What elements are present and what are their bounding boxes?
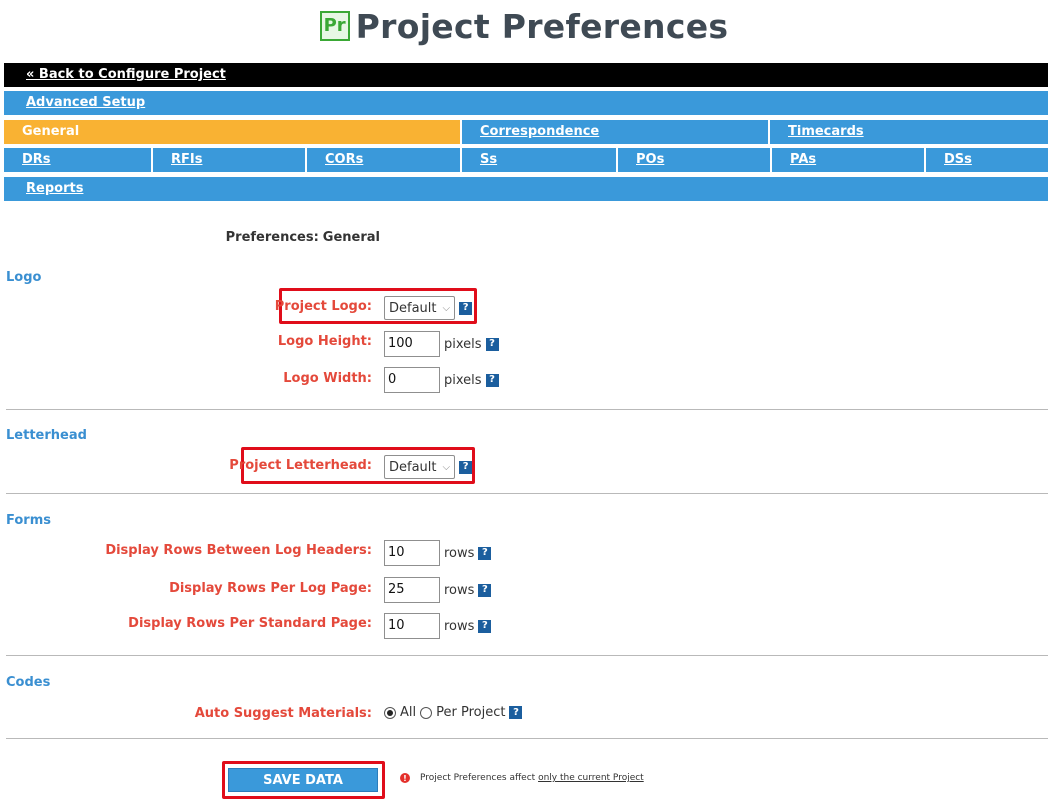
auto-suggest-per-project-radio[interactable]	[420, 706, 433, 719]
save-data-button[interactable]: SAVE DATA	[228, 768, 378, 792]
project-logo-control: Default ⌵ ?	[384, 296, 473, 320]
page-header: Pr Project Preferences	[0, 4, 1048, 48]
tab-cors[interactable]: CORs	[307, 148, 460, 172]
back-to-configure-link[interactable]: « Back to Configure Project	[26, 67, 226, 82]
auto-suggest-per-project-label: Per Project	[436, 705, 506, 720]
help-icon[interactable]: ?	[485, 337, 499, 351]
logo-height-label: Logo Height:	[277, 334, 372, 349]
logo-height-control: 100 pixels ?	[384, 331, 499, 357]
help-icon[interactable]: ?	[478, 546, 492, 560]
help-icon[interactable]: ?	[485, 373, 499, 387]
back-bar: « Back to Configure Project	[4, 63, 1048, 87]
logo-height-input[interactable]: 100	[384, 331, 440, 357]
help-icon[interactable]: ?	[478, 619, 492, 633]
tab-timecards[interactable]: Timecards	[770, 120, 1048, 144]
tab-ss[interactable]: Ss	[462, 148, 616, 172]
save-notice: ! Project Preferences affect only the cu…	[400, 773, 644, 783]
page-title: Project Preferences	[355, 6, 729, 46]
rows-per-log-page-control: 25 rows ?	[384, 577, 492, 603]
rows-between-headers-unit: rows	[444, 545, 475, 561]
rows-per-standard-page-control: 10 rows ?	[384, 613, 492, 639]
divider	[6, 655, 1048, 656]
nav-row-modules: DRs RFIs CORs Ss POs PAs DSs	[4, 148, 1048, 172]
section-codes: Codes	[6, 675, 51, 690]
help-icon[interactable]: ?	[459, 301, 473, 315]
rows-per-log-page-unit: rows	[444, 582, 475, 598]
section-forms: Forms	[6, 513, 51, 528]
preferences-heading: Preferences: General	[0, 230, 380, 245]
tab-reports[interactable]: Reports	[26, 181, 83, 196]
chevron-down-icon: ⌵	[442, 302, 451, 314]
logo-height-unit: pixels	[444, 336, 482, 352]
notice-link[interactable]: only the current Project	[538, 773, 644, 783]
auto-suggest-all-radio[interactable]	[384, 706, 396, 719]
auto-suggest-control: All Per Project ?	[384, 705, 523, 720]
logo-width-input[interactable]: 0	[384, 367, 440, 393]
preferences-label: Preferences:	[225, 230, 319, 245]
help-icon[interactable]: ?	[478, 583, 492, 597]
preferences-value: General	[322, 230, 380, 245]
divider	[6, 409, 1048, 410]
help-icon[interactable]: ?	[459, 460, 473, 474]
nav-row-categories: General Correspondence Timecards	[4, 120, 1048, 144]
divider	[6, 493, 1048, 494]
tab-pas[interactable]: PAs	[772, 148, 924, 172]
notice-text: Project Preferences affect	[420, 773, 536, 783]
advanced-setup-bar: Advanced Setup	[4, 91, 1048, 115]
tab-general[interactable]: General	[4, 120, 460, 144]
project-letterhead-value: Default	[389, 459, 437, 475]
logo-width-unit: pixels	[444, 372, 482, 388]
auto-suggest-all-label: All	[400, 705, 417, 720]
reports-bar: Reports	[4, 177, 1048, 201]
tab-correspondence[interactable]: Correspondence	[462, 120, 768, 144]
project-logo-label: Project Logo:	[274, 299, 372, 314]
tab-drs[interactable]: DRs	[4, 148, 151, 172]
auto-suggest-label: Auto Suggest Materials:	[194, 706, 372, 721]
rows-per-standard-page-unit: rows	[444, 618, 475, 634]
rows-between-headers-label: Display Rows Between Log Headers:	[105, 543, 372, 558]
tab-pos[interactable]: POs	[618, 148, 770, 172]
chevron-down-icon: ⌵	[442, 461, 451, 473]
rows-between-headers-control: 10 rows ?	[384, 540, 492, 566]
project-letterhead-control: Default ⌵ ?	[384, 455, 473, 479]
project-letterhead-select[interactable]: Default ⌵	[384, 455, 456, 479]
warning-icon: !	[400, 773, 410, 783]
help-icon[interactable]: ?	[509, 706, 523, 719]
rows-per-standard-page-label: Display Rows Per Standard Page:	[128, 616, 372, 631]
section-letterhead: Letterhead	[6, 428, 87, 443]
rows-per-log-page-label: Display Rows Per Log Page:	[169, 581, 372, 596]
logo-width-label: Logo Width:	[283, 371, 372, 386]
rows-between-headers-input[interactable]: 10	[384, 540, 440, 566]
tab-rfis[interactable]: RFIs	[153, 148, 305, 172]
rows-per-standard-page-input[interactable]: 10	[384, 613, 440, 639]
project-logo-value: Default	[389, 300, 437, 316]
tab-dss[interactable]: DSs	[926, 148, 1048, 172]
divider	[6, 738, 1048, 739]
logo-width-control: 0 pixels ?	[384, 367, 499, 393]
rows-per-log-page-input[interactable]: 25	[384, 577, 440, 603]
app-logo-icon: Pr	[319, 11, 350, 41]
project-letterhead-label: Project Letterhead:	[229, 458, 372, 473]
section-logo: Logo	[6, 270, 42, 285]
project-logo-select[interactable]: Default ⌵	[384, 296, 456, 320]
advanced-setup-link[interactable]: Advanced Setup	[26, 95, 145, 110]
